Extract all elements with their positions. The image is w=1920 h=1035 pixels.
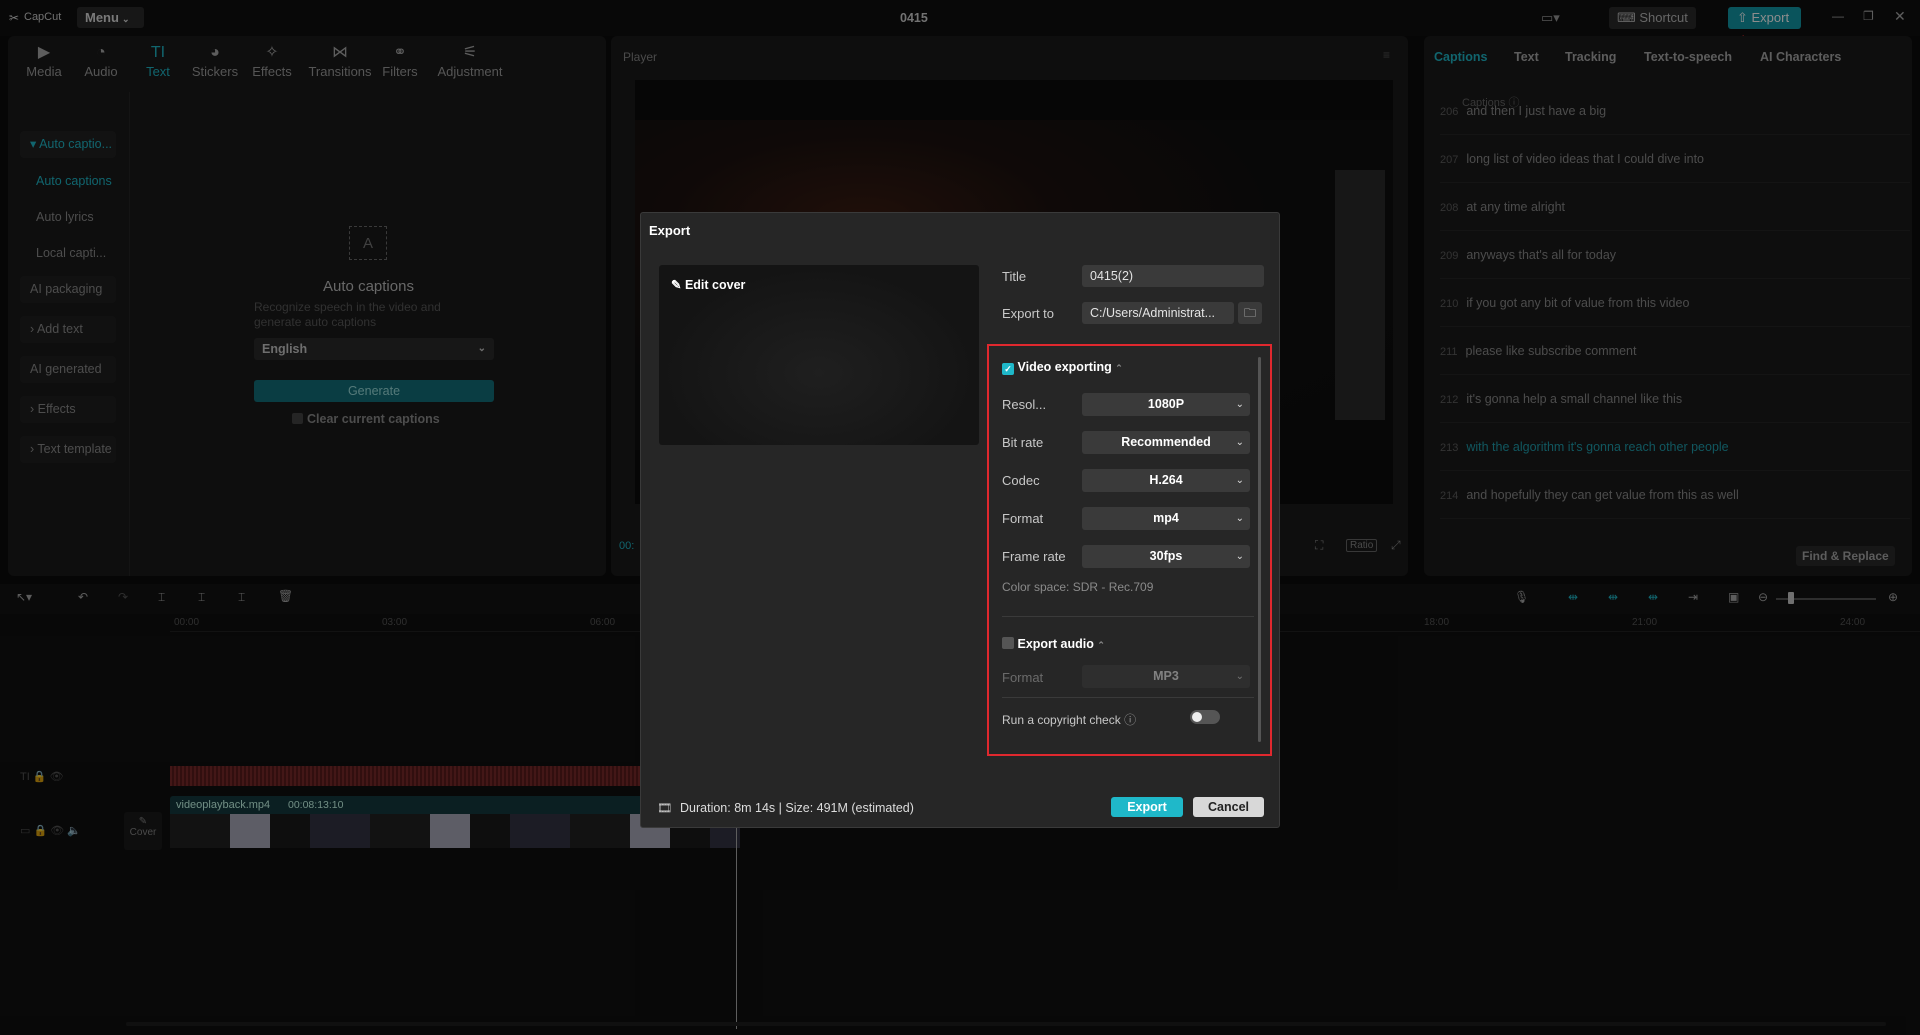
setting-select[interactable]: mp4 ⌄ [1082, 507, 1250, 530]
setting-label: Frame rate [1002, 549, 1066, 564]
chevron-down-icon: ⌄ [1235, 437, 1244, 448]
section-divider [1002, 697, 1254, 698]
audio-format-label: Format [1002, 670, 1044, 685]
checkbox-checked-icon: ✓ [1002, 363, 1014, 375]
pencil-icon: ✎ [671, 278, 685, 292]
setting-select[interactable]: Recommended ⌄ [1082, 431, 1250, 454]
dialog-title: Export [649, 223, 691, 238]
setting-label: Bit rate [1002, 435, 1044, 450]
edit-cover-button[interactable]: ✎ Edit cover [671, 277, 745, 292]
setting-select[interactable]: H.264 ⌄ [1082, 469, 1250, 492]
chevron-down-icon: ⌄ [1235, 399, 1244, 410]
chevron-up-icon: ⌃ [1115, 363, 1123, 373]
export-audio-checkbox[interactable]: Export audio ⌃ [1002, 637, 1105, 651]
copyright-check-label: Run a copyright check ⓘ [1002, 713, 1137, 727]
setting-select[interactable]: 1080P ⌄ [1082, 393, 1250, 416]
cancel-button[interactable]: Cancel [1193, 797, 1264, 817]
folder-icon: 🗀 [1243, 306, 1256, 320]
capcut-window: ✂ CapCut Menu ⌄ 0415 ▭▾ ⌨ Shortcut ⇧ Expo… [0, 0, 1920, 1035]
setting-select[interactable]: 30fps ⌄ [1082, 545, 1250, 568]
chevron-down-icon: ⌄ [1235, 513, 1244, 524]
section-divider [1002, 616, 1254, 617]
chevron-down-icon: ⌄ [1235, 551, 1244, 562]
film-icon: 🎞 [657, 801, 673, 815]
export-path-input[interactable]: C:/Users/Administrat... [1082, 302, 1234, 324]
cover-preview[interactable]: ✎ Edit cover [659, 265, 979, 445]
title-input[interactable]: 0415(2) [1082, 265, 1264, 287]
duration-size: Duration: 8m 14s | Size: 491M (estimated… [680, 801, 914, 815]
toggle-knob [1192, 712, 1202, 722]
color-space: Color space: SDR - Rec.709 [1002, 580, 1154, 594]
setting-label: Codec [1002, 473, 1040, 488]
export-dialog: Export ✎ Edit cover Title 0415(2) Export… [640, 212, 1280, 828]
chevron-down-icon: ⌄ [1235, 671, 1244, 682]
title-label: Title [1002, 269, 1027, 284]
info-icon: ⓘ [1120, 713, 1137, 727]
chevron-down-icon: ⌄ [1235, 475, 1244, 486]
copyright-toggle[interactable] [1190, 710, 1220, 724]
setting-label: Format [1002, 511, 1044, 526]
setting-label: Resol... [1002, 397, 1047, 412]
export-to-label: Export to [1002, 306, 1055, 321]
settings-scrollbar[interactable] [1258, 357, 1261, 742]
audio-format-select[interactable]: MP3 ⌄ [1082, 665, 1250, 688]
folder-button[interactable]: 🗀 [1238, 302, 1262, 324]
chevron-up-icon: ⌃ [1097, 640, 1105, 650]
checkbox-icon [1002, 637, 1014, 649]
video-exporting-checkbox[interactable]: ✓ Video exporting ⌃ [1002, 360, 1123, 375]
export-confirm-button[interactable]: Export [1111, 797, 1183, 817]
